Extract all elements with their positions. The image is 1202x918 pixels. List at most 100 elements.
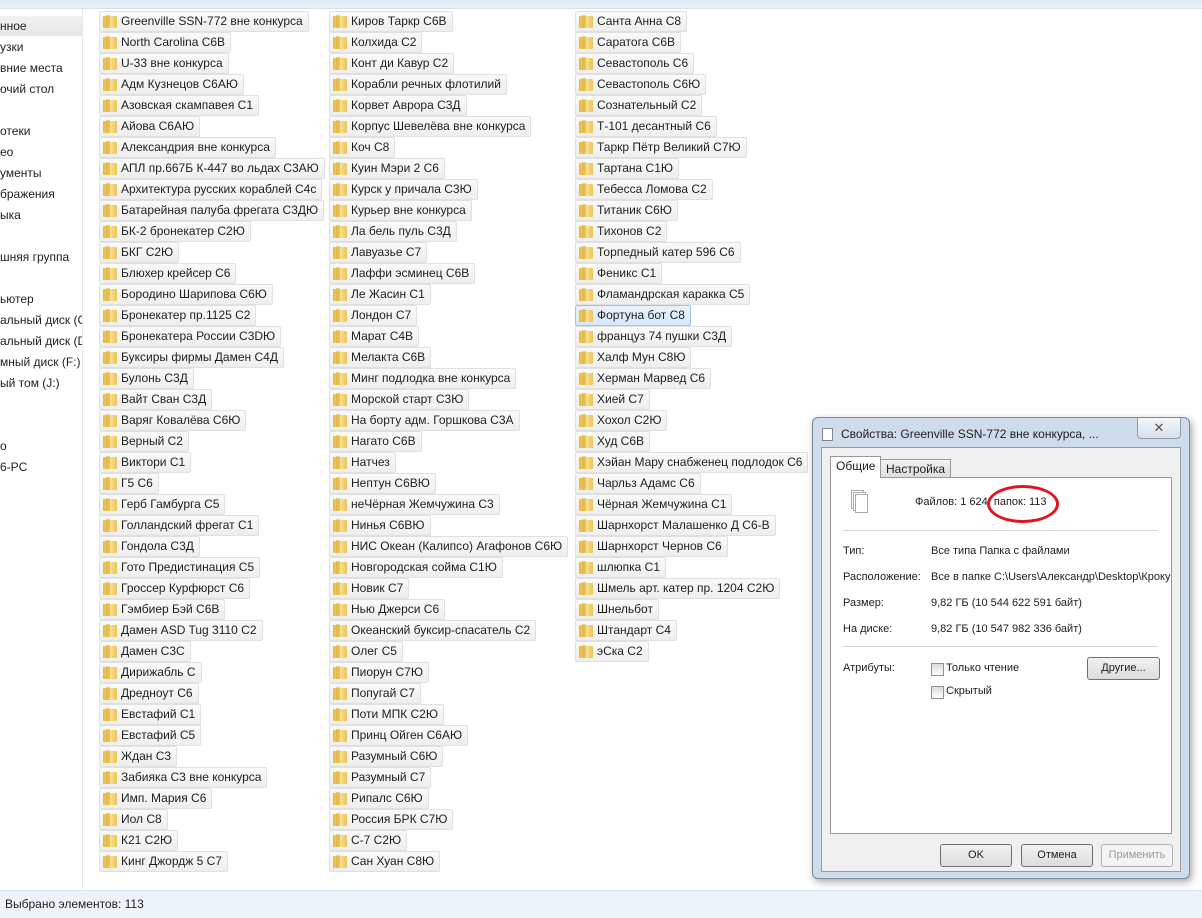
folder-item[interactable]: Greenville SSN-772 вне конкурса [99,11,309,32]
folder-item[interactable]: Блюхер крейсер С6 [99,263,237,284]
folder-item[interactable]: Т-101 десантный С6 [575,116,717,137]
folder-item[interactable]: Евстафий С1 [99,704,202,725]
folder-item[interactable]: Тартана С1Ю [575,158,680,179]
cancel-button[interactable]: Отмена [1021,844,1093,867]
folder-item[interactable]: БК-2 бронекатер С2Ю [99,221,251,242]
folder-item[interactable]: Таркр Пётр Великий С7Ю [575,137,747,158]
folder-item[interactable]: Ла бель пуль С3Д [329,221,457,242]
folder-item[interactable]: Худ С6В [575,431,651,452]
folder-item[interactable]: Нагато С6В [329,431,422,452]
folder-item[interactable]: Нью Джерси С6 [329,599,446,620]
folder-item[interactable]: Дамен С3С [99,641,191,662]
folder-item[interactable]: Хэйан Мару снабженец подлодок С6 [575,452,809,473]
folder-item[interactable]: НИС Океан (Калипсо) Агафонов С6Ю [329,536,569,557]
folder-item[interactable]: Гото Предистинация С5 [99,557,261,578]
folder-item[interactable]: Санта Анна С8 [575,11,688,32]
sidebar-item[interactable]: о [0,436,7,456]
folder-item[interactable]: Чарльз Адамс С6 [575,473,701,494]
folder-item[interactable]: Фортуна бот С8 [575,305,691,326]
ok-button[interactable]: OK [940,844,1012,867]
folder-item[interactable]: Рипалс С6Ю [329,788,429,809]
folder-item[interactable]: Ле Жасин С1 [329,284,431,305]
folder-item[interactable]: Корвет Аврора С3Д [329,95,467,116]
folder-item[interactable]: Принц Ойген С6АЮ [329,725,469,746]
folder-item[interactable]: Корпус Шевелёва вне конкурса [329,116,532,137]
folder-item[interactable]: Гэмбиер Бэй С6В [99,599,226,620]
folder-item[interactable]: Варяг Ковалёва С6Ю [99,410,247,431]
folder-item[interactable]: Сознательный С2 [575,95,703,116]
folder-item[interactable]: Архитектура русских кораблей С4с [99,179,323,200]
folder-item[interactable]: Разумный С6Ю [329,746,444,767]
folder-item[interactable]: Морской старт С3Ю [329,389,470,410]
folder-item[interactable]: Новик С7 [329,578,410,599]
folder-item[interactable]: Халф Мун С8Ю [575,347,692,368]
folder-item[interactable]: Океанский буксир-спасатель С2 [329,620,537,641]
folder-item[interactable]: Нептун С6ВЮ [329,473,436,494]
advanced-button[interactable]: Другие... [1087,657,1160,680]
folder-item[interactable]: Хохол С2Ю [575,410,668,431]
folder-item[interactable]: Курск у причала С3Ю [329,179,478,200]
folder-item[interactable]: Россия БРК С7Ю [329,809,454,830]
folder-item[interactable]: Штандарт С4 [575,620,677,641]
folder-item[interactable]: Новгородская сойма С1Ю [329,557,503,578]
folder-item[interactable]: Гондола С3Д [99,536,200,557]
folder-item[interactable]: На борту адм. Горшкова С3А [329,410,520,431]
sidebar-item[interactable]: 6-PC [0,457,27,477]
folder-item[interactable]: Фламандрская каракка С5 [575,284,751,305]
folder-item[interactable]: Буксиры фирмы Дамен С4Д [99,347,284,368]
folder-item[interactable]: Кинг Джордж 5 С7 [99,851,228,872]
folder-item[interactable]: Титаник С6Ю [575,200,678,221]
folder-item[interactable]: Олег С5 [329,641,403,662]
folder-item[interactable]: Феникс С1 [575,263,663,284]
folder-item[interactable]: неЧёрная Жемчужина С3 [329,494,500,515]
folder-item[interactable]: Шнельбот [575,599,659,620]
folder-item[interactable]: Разумный С7 [329,767,432,788]
folder-item[interactable]: Дредноут С6 [99,683,199,704]
folder-item[interactable]: Чёрная Жемчужина С1 [575,494,733,515]
folder-item[interactable]: Дирижабль С [99,662,202,683]
folder-item[interactable]: Герб Гамбурга С5 [99,494,226,515]
folder-item[interactable]: Имп. Мария С6 [99,788,213,809]
readonly-checkbox[interactable] [931,663,944,676]
folder-item[interactable]: Верный С2 [99,431,189,452]
folder-item[interactable]: Бронекатер пр.1125 С2 [99,305,257,326]
sidebar-item[interactable]: ьютер [0,289,34,309]
folder-item[interactable]: Тихонов С2 [575,221,668,242]
sidebar-item[interactable]: очий стол [0,79,54,99]
folder-item[interactable]: Шарнхорст Малашенко Д С6-В [575,515,776,536]
folder-item[interactable]: Сан Хуан С8Ю [329,851,441,872]
folder-item[interactable]: Марат С4В [329,326,420,347]
folder-item[interactable]: Минг подлодка вне конкурса [329,368,517,389]
folder-item[interactable]: Колхида С2 [329,32,423,53]
folder-item[interactable]: Киров Таркр С6В [329,11,453,32]
folder-item[interactable]: эСка С2 [575,641,649,662]
folder-item[interactable]: Шмель арт. катер пр. 1204 С2Ю [575,578,781,599]
folder-item[interactable]: Херман Марвед С6 [575,368,712,389]
folder-item[interactable]: Бронекатера России С3DЮ [99,326,282,347]
folder-item[interactable]: Севастополь С6Ю [575,74,707,95]
folder-item[interactable]: Коч С8 [329,137,396,158]
folder-item[interactable]: Лавуазье С7 [329,242,428,263]
folder-item[interactable]: Курьер вне конкурса [329,200,472,221]
folder-item[interactable]: Адм Кузнецов С6АЮ [99,74,244,95]
folder-item[interactable]: Хией С7 [575,389,650,410]
close-button[interactable]: ✕ [1137,418,1181,439]
tab-customize[interactable]: Настройка [880,459,952,479]
sidebar-item[interactable]: ументы [0,163,42,183]
hidden-checkbox[interactable] [931,686,944,699]
folder-item[interactable]: Булонь С3Д [99,368,194,389]
sidebar-item[interactable]: нное [0,16,82,36]
folder-item[interactable]: Дамен ASD Tug 3110 С2 [99,620,263,641]
folder-item[interactable]: Нинья С6ВЮ [329,515,431,536]
folder-item[interactable]: Лондон С7 [329,305,418,326]
sidebar-item[interactable]: вние места [0,58,63,78]
folder-item[interactable]: Батарейная палуба фрегата С3ДЮ [99,200,325,221]
folder-item[interactable]: Конт ди Кавур С2 [329,53,455,74]
folder-item[interactable]: Лаффи эсминец С6В [329,263,476,284]
folder-item[interactable]: С-7 С2Ю [329,830,408,851]
sidebar-item[interactable]: узки [0,37,23,57]
folder-item[interactable]: Забияка С3 вне конкурса [99,767,268,788]
folder-item[interactable]: Саратога С6В [575,32,682,53]
folder-item[interactable]: Тебесса Ломова С2 [575,179,713,200]
folder-item[interactable]: Мелакта С6В [329,347,432,368]
